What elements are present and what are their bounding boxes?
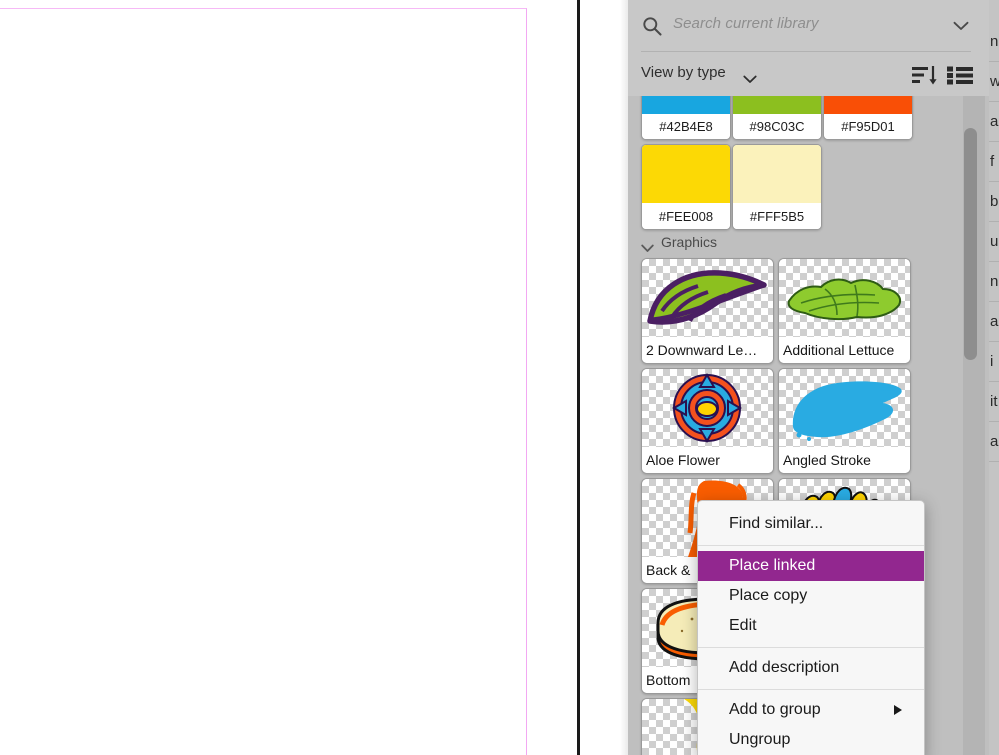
swatch-color xyxy=(642,96,730,114)
color-swatch[interactable]: #FFF5B5 xyxy=(732,144,822,230)
menu-item-ungroup[interactable]: Ungroup xyxy=(698,725,924,755)
vertical-scrollbar-track[interactable] xyxy=(963,96,985,755)
swatch-hex-label: #98C03C xyxy=(733,114,821,139)
swatch-color xyxy=(824,96,912,114)
graphic-tile[interactable]: 2 Downward Le… xyxy=(641,258,774,364)
color-swatch[interactable]: #42B4E8 xyxy=(641,96,731,140)
flower-graphic xyxy=(642,369,773,447)
list-item[interactable]: b xyxy=(989,182,999,222)
swatch-color xyxy=(733,96,821,114)
menu-item-add-to-group[interactable]: Add to group xyxy=(698,695,924,725)
color-swatch[interactable]: #F95D01 xyxy=(823,96,913,140)
graphics-section-title: Graphics xyxy=(661,234,718,250)
chevron-down-icon[interactable] xyxy=(953,18,969,30)
swatch-hex-label: #F95D01 xyxy=(824,114,912,139)
application-window: Search current library View by type #42B… xyxy=(0,0,999,755)
swatch-hex-label: #FEE008 xyxy=(642,204,730,229)
brush-stroke-graphic xyxy=(779,369,910,447)
menu-item-edit[interactable]: Edit xyxy=(698,611,924,641)
graphic-name: 2 Downward Le… xyxy=(642,338,773,363)
swatch-color xyxy=(733,145,821,203)
lettuce-graphic xyxy=(779,259,910,337)
list-item[interactable]: i xyxy=(989,342,999,382)
menu-top-padding xyxy=(698,501,924,509)
list-item[interactable]: w xyxy=(989,62,999,102)
graphic-name: Additional Lettuce xyxy=(779,338,910,363)
artboard-guide xyxy=(0,8,527,755)
view-by-type-button[interactable]: View by type xyxy=(641,64,726,81)
submenu-arrow-icon xyxy=(894,705,902,715)
menu-separator xyxy=(698,545,924,546)
leaf-graphic xyxy=(642,259,773,337)
view-row: View by type xyxy=(628,52,989,96)
menu-item-add-description[interactable]: Add description xyxy=(698,653,924,683)
graphic-tile[interactable]: Aloe Flower xyxy=(641,368,774,474)
list-item[interactable]: n xyxy=(989,22,999,62)
list-item[interactable]: f xyxy=(989,142,999,182)
swatch-hex-label: #FFF5B5 xyxy=(733,204,821,229)
chevron-down-icon[interactable] xyxy=(641,240,654,252)
list-item[interactable]: a xyxy=(989,422,999,462)
graphic-name: Aloe Flower xyxy=(642,448,773,473)
list-item[interactable]: u xyxy=(989,222,999,262)
swatch-hex-label: #42B4E8 xyxy=(642,114,730,139)
menu-separator xyxy=(698,689,924,690)
list-item[interactable]: a xyxy=(989,302,999,342)
chevron-down-icon[interactable] xyxy=(743,71,757,83)
menu-item-find-similar[interactable]: Find similar... xyxy=(698,509,924,539)
sort-descending-icon[interactable] xyxy=(911,64,939,86)
list-item[interactable]: it xyxy=(989,382,999,422)
adjacent-panel-edge: n w a f b u n a i it a xyxy=(989,0,999,755)
search-input[interactable]: Search current library xyxy=(673,15,819,32)
document-canvas[interactable] xyxy=(0,0,578,755)
context-menu: Find similar... Place linked Place copy … xyxy=(697,500,925,755)
list-view-icon[interactable] xyxy=(946,64,974,86)
color-swatch[interactable]: #FEE008 xyxy=(641,144,731,230)
color-swatch[interactable]: #98C03C xyxy=(732,96,822,140)
menu-separator xyxy=(698,647,924,648)
search-row[interactable]: Search current library xyxy=(628,0,989,52)
list-item[interactable]: a xyxy=(989,102,999,142)
menu-item-label: Add to group xyxy=(729,701,821,718)
library-panel-header: Search current library View by type xyxy=(628,0,989,96)
vertical-scrollbar-thumb[interactable] xyxy=(964,128,977,360)
graphic-name: Angled Stroke xyxy=(779,448,910,473)
swatch-color xyxy=(642,145,730,203)
menu-item-place-copy[interactable]: Place copy xyxy=(698,581,924,611)
list-item[interactable]: n xyxy=(989,262,999,302)
graphic-tile[interactable]: Angled Stroke xyxy=(778,368,911,474)
menu-item-place-linked[interactable]: Place linked xyxy=(698,551,924,581)
graphic-tile[interactable]: Additional Lettuce xyxy=(778,258,911,364)
search-icon xyxy=(642,16,662,36)
